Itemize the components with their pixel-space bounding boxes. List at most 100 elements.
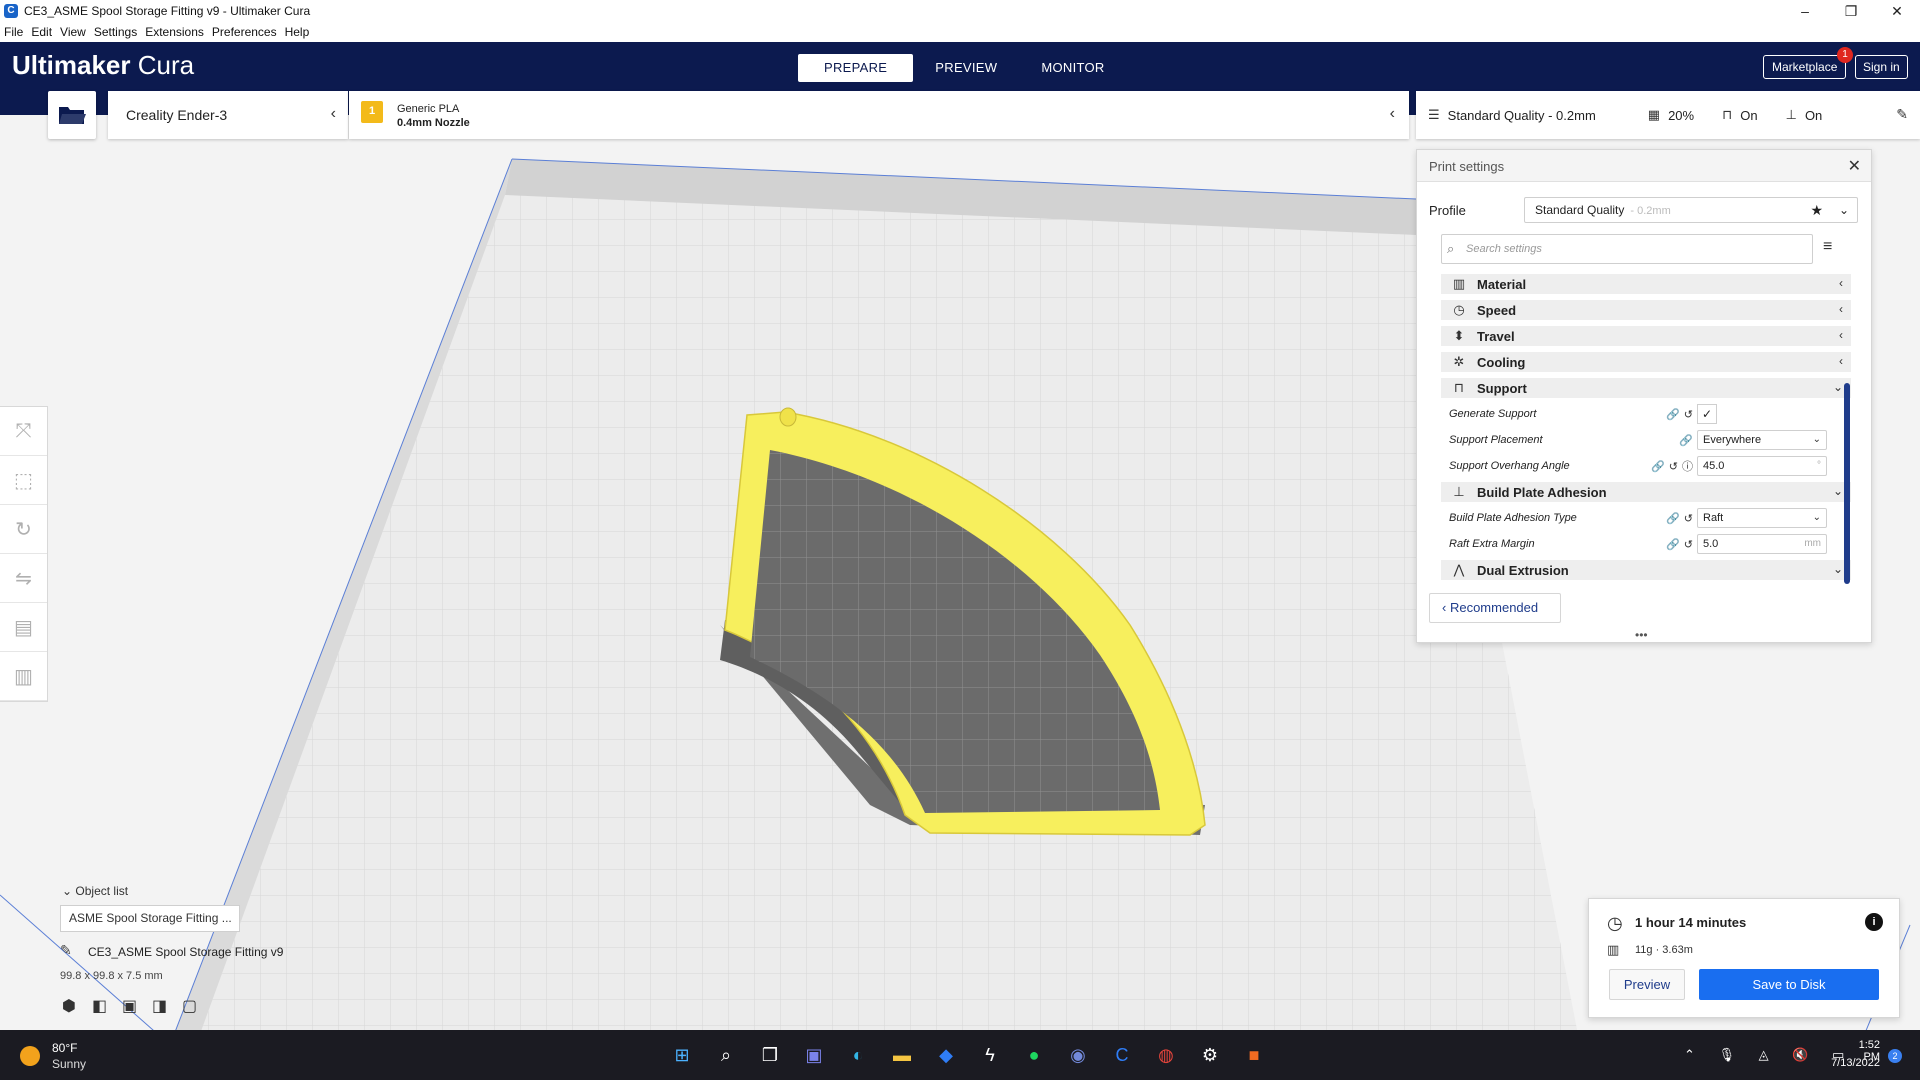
mirror-tool-button[interactable]: ⇋ [0, 554, 47, 603]
menu-edit[interactable]: Edit [31, 25, 52, 39]
mirror-icon: ⇋ [15, 567, 32, 590]
minimize-button[interactable]: – [1782, 0, 1828, 22]
clock-date[interactable]: 7/13/2022 [1820, 1057, 1880, 1069]
link-reset-icons[interactable]: 🔗↺ [1637, 408, 1697, 421]
support-blocker-button[interactable]: ▥ [0, 652, 47, 701]
weather-temperature[interactable]: 80°F [52, 1041, 77, 1055]
tab-prepare[interactable]: PREPARE [798, 54, 914, 82]
object-dimensions: 99.8 x 99.8 x 7.5 mm [60, 970, 163, 982]
settings-visibility-menu-icon[interactable]: ≡ [1823, 238, 1832, 256]
close-window-button[interactable]: ✕ [1874, 0, 1920, 22]
link-reset-info-icons[interactable]: 🔗↺ⓘ [1637, 458, 1697, 474]
unit-label: mm [1804, 538, 1821, 549]
edge-icon[interactable]: ◐ [836, 1040, 880, 1070]
generate-support-checkbox[interactable]: ✓ [1697, 404, 1717, 424]
settings-scrollbar[interactable] [1844, 383, 1850, 584]
move-icon: ⤧ [15, 419, 32, 442]
windows-start-icon[interactable]: ⊞ [660, 1040, 704, 1070]
star-icon[interactable]: ★ [1810, 198, 1823, 222]
close-icon[interactable]: ✕ [1848, 156, 1861, 176]
printer-name: Creality Ender-3 [126, 107, 228, 123]
infill-value: 20% [1668, 107, 1695, 123]
open-file-button[interactable] [48, 91, 96, 139]
file-explorer-icon[interactable]: ▬ [880, 1040, 924, 1070]
view-3d-icon[interactable]: ⬢ [62, 996, 92, 1016]
view-orientation-buttons: ⬢ ◧ ▣ ◨ ▢ [62, 996, 212, 1016]
chevron-down-icon: ⌄ [1832, 484, 1843, 498]
view-front-icon[interactable]: ◧ [92, 996, 122, 1016]
support-placement-dropdown[interactable]: Everywhere ⌄ [1697, 430, 1827, 450]
object-list-label: Object list [75, 884, 129, 898]
link-reset-icons[interactable]: 🔗↺ [1637, 512, 1697, 525]
quality-layers-icon: ☰ [1428, 107, 1440, 122]
fusion-app-icon[interactable]: ■ [1232, 1040, 1276, 1070]
settings-icon[interactable]: ⚙ [1188, 1040, 1232, 1070]
category-label: Dual Extrusion [1477, 562, 1569, 578]
menu-help[interactable]: Help [285, 25, 310, 39]
spotify-icon[interactable]: ● [1012, 1040, 1056, 1070]
menu-file[interactable]: File [4, 25, 23, 39]
menu-settings[interactable]: Settings [94, 25, 137, 39]
menu-extensions[interactable]: Extensions [145, 25, 204, 39]
category-dual-extrusion[interactable]: ⋀ Dual Extrusion ⌄ [1441, 560, 1851, 580]
discord-icon[interactable]: ◉ [1056, 1040, 1100, 1070]
rotate-tool-button[interactable]: ↻ [0, 505, 47, 554]
category-material[interactable]: ▥ Material ‹ [1441, 274, 1851, 294]
search-icon[interactable]: ⌕ [704, 1040, 748, 1070]
sun-icon[interactable] [20, 1046, 40, 1066]
cura-taskbar-icon[interactable]: C [1100, 1040, 1144, 1070]
chevron-left-icon: ‹ [1389, 105, 1395, 122]
link-icon[interactable]: 🔗 [1637, 434, 1697, 447]
object-list-header[interactable]: ⌄ Object list [62, 884, 128, 898]
category-speed[interactable]: ◷ Speed ‹ [1441, 300, 1851, 320]
extruder-material-selector[interactable]: 1 Generic PLA 0.4mm Nozzle ‹ [349, 91, 1409, 139]
preview-button[interactable]: Preview [1609, 969, 1685, 1000]
profile-dropdown[interactable]: Standard Quality - 0.2mm ★ ⌄ [1524, 197, 1858, 223]
info-icon[interactable]: i [1865, 913, 1883, 931]
travel-icon: ⬍ [1453, 328, 1465, 343]
recommended-button[interactable]: ‹ Recommended [1429, 593, 1561, 623]
pencil-icon[interactable]: ✎ [60, 942, 72, 959]
resize-handle-icon[interactable]: ••• [1635, 628, 1648, 642]
per-model-settings-button[interactable]: ▤ [0, 603, 47, 652]
category-cooling[interactable]: ✲ Cooling ‹ [1441, 352, 1851, 372]
print-setup-selector[interactable]: ☰ Standard Quality - 0.2mm ▦ 20% ⊓ On ⊥ … [1416, 91, 1920, 139]
move-tool-button[interactable]: ⤧ [0, 407, 47, 456]
category-label: Speed [1477, 302, 1517, 318]
setting-adhesion-type: Build Plate Adhesion Type 🔗↺ Raft ⌄ [1441, 508, 1851, 528]
search-settings-input[interactable]: Search settings [1441, 234, 1813, 264]
sign-in-button[interactable]: Sign in [1855, 55, 1908, 79]
raft-margin-input[interactable]: 5.0 mm [1697, 534, 1827, 554]
tab-preview[interactable]: PREVIEW [913, 54, 1019, 82]
notification-badge[interactable]: 2 [1888, 1049, 1902, 1063]
menu-preferences[interactable]: Preferences [212, 25, 277, 39]
chevron-left-icon: ‹ [1839, 354, 1843, 368]
adhesion-type-dropdown[interactable]: Raft ⌄ [1697, 508, 1827, 528]
support-overhang-input[interactable]: 45.0 ° [1697, 456, 1827, 476]
windows-taskbar: 80°F Sunny ⊞ ⌕ ❐ ▣ ◐ ▬ ◆ ϟ ● ◉ C ◍ ⚙ ■ ⌃… [0, 1030, 1920, 1080]
view-right-icon[interactable]: ▢ [182, 996, 212, 1016]
menu-view[interactable]: View [60, 25, 86, 39]
link-reset-icons[interactable]: 🔗↺ [1637, 538, 1697, 551]
scale-tool-button[interactable]: ⬚ [0, 456, 47, 505]
chrome-icon[interactable]: ◍ [1144, 1040, 1188, 1070]
task-view-icon[interactable]: ❐ [748, 1040, 792, 1070]
category-support[interactable]: ⊓ Support ⌄ [1441, 378, 1851, 398]
maximize-button[interactable]: ❐ [1828, 0, 1874, 22]
category-travel[interactable]: ⬍ Travel ‹ [1441, 326, 1851, 346]
profile-sub: - 0.2mm [1630, 205, 1671, 217]
object-name: CE3_ASME Spool Storage Fitting v9 [88, 945, 284, 959]
view-left-icon[interactable]: ◨ [152, 996, 182, 1016]
lightning-app-icon[interactable]: ϟ [968, 1040, 1012, 1070]
printer-selector[interactable]: Creality Ender-3 ‹ [108, 91, 348, 139]
teams-icon[interactable]: ▣ [792, 1040, 836, 1070]
setting-label: Generate Support [1449, 408, 1537, 420]
marketplace-button[interactable]: Marketplace [1763, 55, 1847, 79]
category-adhesion[interactable]: ⊥ Build Plate Adhesion ⌄ [1441, 482, 1851, 502]
view-top-icon[interactable]: ▣ [122, 996, 152, 1016]
weather-condition[interactable]: Sunny [52, 1057, 86, 1071]
dropbox-icon[interactable]: ◆ [924, 1040, 968, 1070]
save-to-disk-button[interactable]: Save to Disk [1699, 969, 1879, 1000]
object-list-item[interactable]: ASME Spool Storage Fitting ... [60, 905, 240, 932]
tab-monitor[interactable]: MONITOR [1019, 54, 1126, 82]
